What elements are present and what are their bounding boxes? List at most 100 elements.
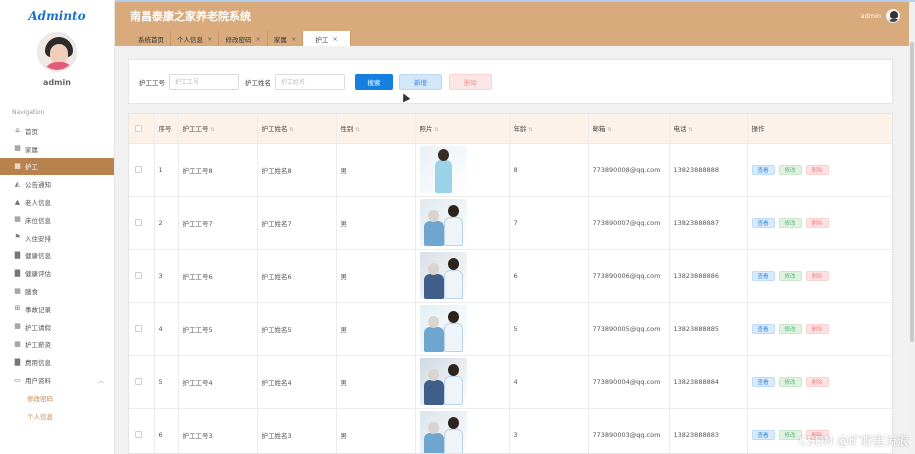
sidebar-subitem-0[interactable]: 修改密码 — [0, 389, 114, 407]
sidebar-item-label: 健康信息 — [25, 252, 51, 261]
row-checkbox[interactable] — [135, 378, 142, 385]
column-header-1[interactable]: 护工工号 ⇅ — [178, 114, 258, 144]
sidebar-item-9[interactable]: ▦ 膳食 — [0, 282, 114, 300]
cell-gender: 男 — [336, 196, 416, 250]
user-card-icon: ▭ — [14, 375, 21, 384]
add-button[interactable]: 新增 — [399, 73, 442, 90]
row-delete-button[interactable]: 删除 — [805, 217, 829, 228]
edit-button[interactable]: 修改 — [778, 164, 802, 175]
search-panel: 护工工号 护工工号 护工姓名 护工姓名 搜索 新增 删除 — [128, 59, 893, 104]
close-icon[interactable]: × — [291, 35, 296, 43]
row-checkbox[interactable] — [135, 166, 142, 173]
view-button[interactable]: 查看 — [751, 429, 775, 440]
view-button[interactable]: 查看 — [751, 217, 775, 228]
cell-email: 773890003@qq.com — [588, 408, 670, 453]
column-header-3[interactable]: 性别 ⇅ — [336, 114, 416, 144]
sidebar-item-label: 事故记录 — [25, 305, 51, 314]
sidebar-item-3[interactable]: ◭ 公告通知 — [0, 175, 114, 193]
search-button[interactable]: 搜索 — [355, 73, 393, 90]
close-icon[interactable]: × — [207, 35, 212, 43]
sidebar-item-7[interactable]: ▇ 健康信息 — [0, 247, 114, 265]
edit-button[interactable]: 修改 — [778, 323, 802, 334]
worker-name-input[interactable]: 护工姓名 — [275, 73, 345, 90]
sidebar-item-8[interactable]: ▇ 健康评估 — [0, 264, 114, 282]
table-row: 3 护工工号6 护工姓名6 男 6 773890006@qq.com 13823888886… — [129, 249, 892, 303]
cell-age: 4 — [509, 355, 589, 409]
tab-0[interactable]: 系统首页 — [132, 31, 171, 46]
tab-1[interactable]: 个人信息 × — [171, 31, 220, 46]
worker-photo[interactable] — [419, 252, 467, 299]
megaphone-icon: ◭ — [14, 179, 21, 188]
row-select-cell — [129, 408, 155, 453]
row-delete-button[interactable]: 删除 — [805, 323, 829, 334]
row-delete-button[interactable]: 删除 — [805, 376, 829, 387]
worker-photo[interactable] — [419, 199, 467, 246]
sidebar-item-4[interactable]: ▲ 老人信息 — [0, 193, 114, 211]
sort-icon[interactable]: ⇅ — [211, 127, 215, 133]
sidebar-item-12[interactable]: ▦ 护工薪资 — [0, 336, 114, 354]
sidebar-item-2[interactable]: ▦ 护工 — [0, 157, 114, 176]
close-icon[interactable]: × — [332, 35, 337, 43]
page-scrollbar[interactable] — [909, 2, 915, 454]
edit-button[interactable]: 修改 — [778, 217, 802, 228]
column-header-4[interactable]: 照片 ⇅ — [415, 114, 510, 144]
edit-button[interactable]: 修改 — [778, 270, 802, 281]
worker-photo[interactable] — [419, 146, 467, 193]
scrollbar-thumb[interactable] — [910, 42, 914, 342]
edit-button[interactable]: 修改 — [778, 376, 802, 387]
header-user-menu[interactable]: admin — [861, 9, 900, 23]
close-icon[interactable]: × — [255, 35, 260, 43]
row-delete-button[interactable]: 删除 — [805, 164, 829, 175]
sidebar-username: admin — [43, 78, 71, 87]
sort-icon[interactable]: ⇅ — [356, 127, 360, 133]
row-checkbox[interactable] — [135, 272, 142, 279]
sort-icon[interactable]: ⇅ — [290, 127, 294, 133]
sort-icon[interactable]: ⇅ — [689, 127, 693, 133]
sidebar-item-5[interactable]: ▦ 床位信息 — [0, 211, 114, 229]
view-button[interactable]: 查看 — [751, 323, 775, 334]
tab-2[interactable]: 修改密码 × — [219, 31, 268, 46]
row-delete-button[interactable]: 删除 — [805, 270, 829, 281]
user-avatar-icon — [886, 9, 900, 23]
table-icon: ⊞ — [14, 304, 21, 313]
sort-icon[interactable]: ⇅ — [608, 127, 612, 133]
sidebar-subitem-1[interactable]: 个人信息 — [0, 407, 114, 425]
app-logo[interactable]: Adminto — [0, 0, 114, 32]
worker-id-input[interactable]: 护工工号 — [169, 73, 239, 90]
column-header-5[interactable]: 年龄 ⇅ — [509, 114, 589, 144]
sidebar-item-13[interactable]: ▇ 费用信息 — [0, 353, 114, 371]
sidebar-item-6[interactable]: ⚑ 入住安排 — [0, 229, 114, 247]
sort-icon[interactable]: ⇅ — [435, 127, 439, 133]
sort-icon[interactable]: ⇅ — [529, 127, 533, 133]
sidebar-item-11[interactable]: ▦ 护工请假 — [0, 318, 114, 336]
worker-photo[interactable] — [419, 305, 467, 352]
worker-photo[interactable] — [419, 358, 467, 405]
select-all-cell — [129, 114, 155, 144]
cell-photo — [415, 196, 510, 250]
sidebar-item-1[interactable]: ▦ 家属 — [0, 140, 114, 158]
sidebar-item-14[interactable]: ▭ 用户资料 ︿ — [0, 371, 114, 389]
column-header-2[interactable]: 护工姓名 ⇅ — [257, 114, 337, 144]
cell-email: 773890007@qq.com — [588, 196, 670, 250]
worker-table-container: 序号 护工工号 ⇅ 护工姓名 ⇅ 性别 ⇅ 照片 ⇅ 年龄 ⇅ 邮箱 ⇅ 电话 ⇅ 操作 1 护工工号8 护工姓名… — [128, 113, 893, 454]
select-all-checkbox[interactable] — [135, 124, 142, 132]
avatar[interactable] — [37, 32, 77, 72]
view-button[interactable]: 查看 — [751, 164, 775, 175]
column-header-6[interactable]: 邮箱 ⇅ — [588, 114, 670, 144]
row-checkbox[interactable] — [135, 219, 142, 226]
sidebar-item-10[interactable]: ⊞ 事故记录 — [0, 300, 114, 318]
view-button[interactable]: 查看 — [751, 376, 775, 387]
row-checkbox[interactable] — [135, 325, 142, 332]
sidebar-item-label: 床位信息 — [25, 216, 51, 225]
column-header-7[interactable]: 电话 ⇅ — [669, 114, 748, 144]
worker-photo[interactable] — [419, 411, 467, 453]
tab-label: 系统首页 — [138, 35, 164, 44]
tab-3[interactable]: 家属 × — [268, 31, 304, 46]
nav-sub-list: 修改密码 个人信息 — [0, 389, 114, 425]
view-button[interactable]: 查看 — [751, 270, 775, 281]
worker-id-label: 护工工号 — [139, 78, 165, 87]
sidebar-item-0[interactable]: ⌂ 首页 — [0, 122, 114, 140]
tab-4[interactable]: 护工 × — [303, 31, 351, 46]
row-checkbox[interactable] — [135, 431, 142, 438]
delete-button[interactable]: 删除 — [449, 73, 492, 90]
